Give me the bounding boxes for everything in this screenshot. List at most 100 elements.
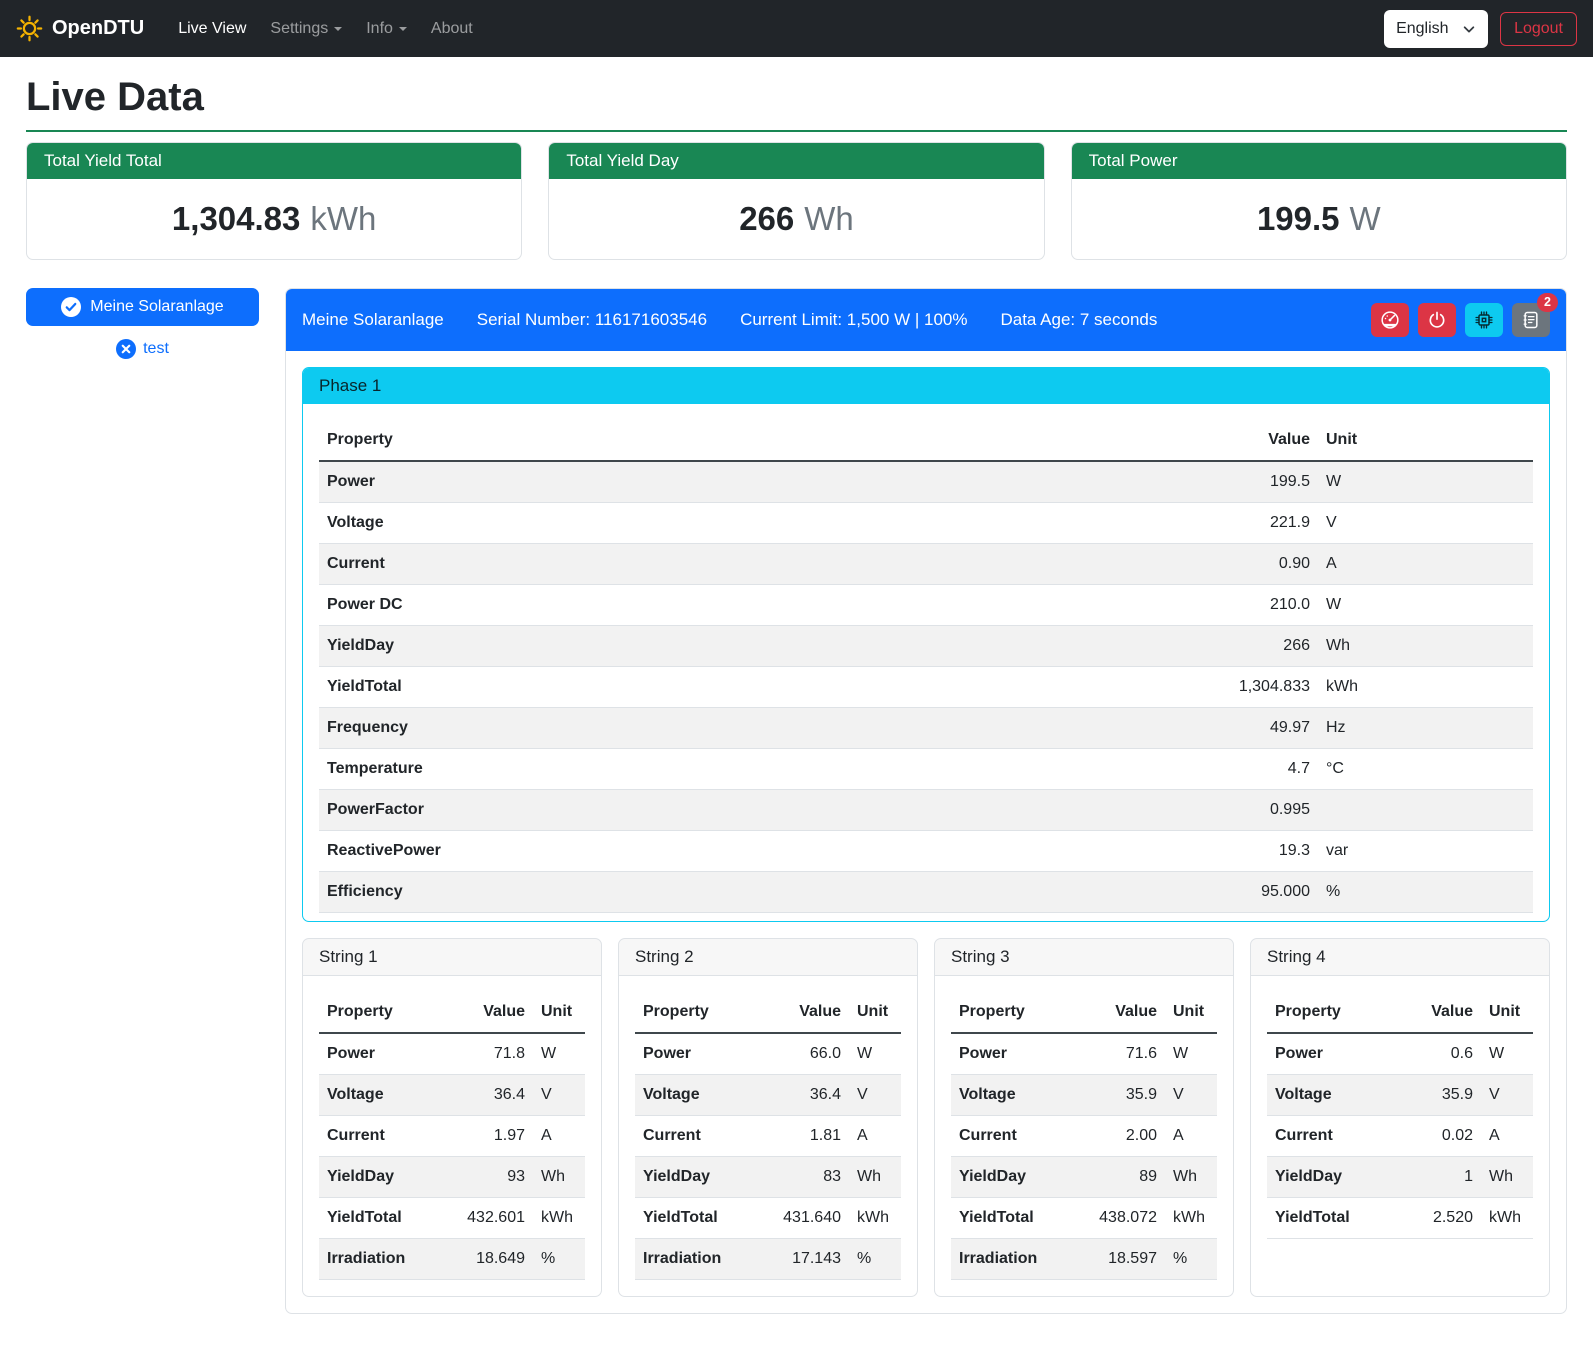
nav-about[interactable]: About: [423, 12, 481, 46]
unit-cell: W: [849, 1033, 901, 1075]
value-cell: 89: [1077, 1157, 1165, 1198]
property-cell: YieldTotal: [319, 667, 1198, 708]
brand-label: OpenDTU: [52, 17, 144, 40]
property-cell: Voltage: [635, 1075, 761, 1116]
card-body: 266Wh: [549, 179, 1043, 259]
string-card-body: Property Value Unit Power71.6WVoltage35.…: [935, 976, 1233, 1296]
unit-cell: kWh: [1318, 667, 1533, 708]
string-card-header: String 4: [1251, 939, 1549, 976]
string-4-card: String 4 Property Value Unit: [1250, 938, 1550, 1297]
property-cell: YieldDay: [635, 1157, 761, 1198]
inverter-serial: Serial Number: 116171603546: [477, 310, 707, 330]
value-cell: 221.9: [1198, 503, 1318, 544]
property-cell: Irradiation: [635, 1239, 761, 1280]
language-select[interactable]: English: [1384, 10, 1488, 48]
column-header-unit: Unit: [1318, 420, 1533, 461]
property-cell: Current: [635, 1116, 761, 1157]
navbar-right: English Logout: [1384, 10, 1577, 48]
value-cell: 1,304.833: [1198, 667, 1318, 708]
event-count-badge: 2: [1537, 293, 1558, 312]
unit-cell: A: [1481, 1116, 1533, 1157]
property-cell: YieldDay: [319, 1157, 445, 1198]
property-cell: Current: [319, 1116, 445, 1157]
table-row: Current1.97A: [319, 1116, 585, 1157]
phase-card-body: Property Value Unit Power199.5WVoltage22…: [303, 404, 1549, 921]
restart-device-button[interactable]: [1465, 303, 1503, 337]
string-card-header: String 2: [619, 939, 917, 976]
table-row: YieldDay89Wh: [951, 1157, 1217, 1198]
table-row: YieldTotal2.520kWh: [1267, 1198, 1533, 1239]
value-cell: 83: [761, 1157, 849, 1198]
table-row: Current0.90A: [319, 544, 1533, 585]
x-circle-icon: [116, 339, 136, 359]
value-cell: 2.520: [1393, 1198, 1481, 1239]
navbar: OpenDTU Live View Settings Info About En…: [0, 0, 1593, 57]
card-body: 199.5 W: [1072, 179, 1566, 259]
value-cell: 93: [445, 1157, 533, 1198]
card-value: 199.5: [1257, 200, 1340, 237]
card-header: Total Power: [1072, 143, 1566, 179]
nav-live-view[interactable]: Live View: [170, 12, 254, 46]
chevron-down-icon: [1462, 22, 1476, 36]
card-unit: W: [1350, 200, 1381, 237]
unit-cell: kWh: [533, 1198, 585, 1239]
brand: OpenDTU: [16, 15, 144, 42]
property-cell: YieldTotal: [635, 1198, 761, 1239]
property-cell: Current: [1267, 1116, 1393, 1157]
power-button[interactable]: [1418, 303, 1456, 337]
value-cell: 210.0: [1198, 585, 1318, 626]
column-header-property: Property: [635, 992, 761, 1033]
unit-cell: kWh: [849, 1198, 901, 1239]
limit-settings-button[interactable]: [1371, 303, 1409, 337]
nav-info[interactable]: Info: [358, 12, 415, 46]
inverter-select-label: Meine Solaranlage: [90, 298, 223, 316]
nav-info-label: Info: [366, 20, 393, 37]
property-cell: Efficiency: [319, 872, 1198, 913]
table-row: Current0.02A: [1267, 1116, 1533, 1157]
value-cell: 0.90: [1198, 544, 1318, 585]
unit-cell: V: [1481, 1075, 1533, 1116]
unit-cell: Wh: [533, 1157, 585, 1198]
table-row: YieldTotal438.072kWh: [951, 1198, 1217, 1239]
value-cell: 1.97: [445, 1116, 533, 1157]
nav-links: Live View Settings Info About: [170, 12, 481, 46]
logout-button[interactable]: Logout: [1500, 12, 1577, 46]
value-cell: 1: [1393, 1157, 1481, 1198]
column-header-unit: Unit: [1165, 992, 1217, 1033]
value-cell: 71.8: [445, 1033, 533, 1075]
strings-row: String 1 Property Value Unit: [302, 938, 1550, 1297]
string-3-card: String 3 Property Value Unit: [934, 938, 1234, 1297]
string-card-body: Property Value Unit Power0.6WVoltage35.9…: [1251, 976, 1549, 1255]
property-cell: PowerFactor: [319, 790, 1198, 831]
string-1-card: String 1 Property Value Unit: [302, 938, 602, 1297]
table-row: Voltage36.4V: [635, 1075, 901, 1116]
column-header-property: Property: [951, 992, 1077, 1033]
unit-cell: A: [1318, 544, 1533, 585]
nav-settings[interactable]: Settings: [262, 12, 350, 46]
unit-cell: A: [849, 1116, 901, 1157]
property-cell: YieldTotal: [1267, 1198, 1393, 1239]
table-row: Power0.6W: [1267, 1033, 1533, 1075]
inverter-select-button[interactable]: Meine Solaranlage: [26, 288, 259, 326]
property-cell: Irradiation: [319, 1239, 445, 1280]
column-header-property: Property: [319, 992, 445, 1033]
speedometer-icon: [1380, 310, 1400, 330]
unit-cell: W: [1481, 1033, 1533, 1075]
inverter-data-age: Data Age: 7 seconds: [1000, 310, 1157, 330]
string-2-card: String 2 Property Value Unit: [618, 938, 918, 1297]
property-cell: Voltage: [951, 1075, 1077, 1116]
total-yield-total-card: Total Yield Total 1,304.83kWh: [26, 142, 522, 260]
inverter-name: Meine Solaranlage: [302, 310, 444, 330]
table-row: YieldDay83Wh: [635, 1157, 901, 1198]
property-cell: YieldDay: [951, 1157, 1077, 1198]
event-log-button[interactable]: 2: [1512, 303, 1550, 337]
unit-cell: var: [1318, 831, 1533, 872]
column-header-value: Value: [1393, 992, 1481, 1033]
table-row: Power66.0W: [635, 1033, 901, 1075]
table-header-row: Property Value Unit: [635, 992, 901, 1033]
phase-table: Property Value Unit Power199.5WVoltage22…: [319, 420, 1533, 913]
value-cell: 432.601: [445, 1198, 533, 1239]
value-cell: 35.9: [1077, 1075, 1165, 1116]
string-card-body: Property Value Unit Power66.0WVoltage36.…: [619, 976, 917, 1296]
inverter-item-test[interactable]: test: [26, 339, 259, 359]
